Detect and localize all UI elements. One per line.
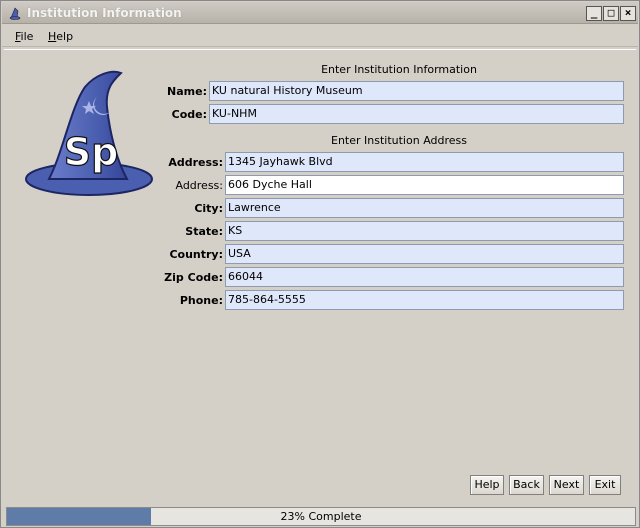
country-field[interactable]: USA <box>225 244 624 264</box>
exit-button[interactable]: Exit <box>589 475 621 495</box>
city-label: City: <box>194 202 223 215</box>
state-label: State: <box>185 225 223 238</box>
name-label: Name: <box>167 85 207 98</box>
address1-label: Address: <box>168 156 223 169</box>
address-header: Enter Institution Address <box>331 134 467 147</box>
minimize-button[interactable]: _ <box>586 6 602 21</box>
institution-header: Enter Institution Information <box>321 63 477 76</box>
specify-logo-icon: Sp <box>25 70 153 196</box>
state-field[interactable]: KS <box>225 221 624 241</box>
window-title: Institution Information <box>27 6 182 20</box>
code-label: Code: <box>171 108 207 121</box>
city-field[interactable]: Lawrence <box>225 198 624 218</box>
code-field[interactable]: KU-NHM <box>209 104 624 124</box>
next-button[interactable]: Next <box>549 475 584 495</box>
title-bar[interactable]: Institution Information _ □ × <box>2 2 638 24</box>
zip-label: Zip Code: <box>164 271 223 284</box>
zip-field[interactable]: 66044 <box>225 267 624 287</box>
menu-file[interactable]: File <box>15 30 33 43</box>
progress-bar: 23% Complete <box>6 507 636 526</box>
phone-field[interactable]: 785-864-5555 <box>225 290 624 310</box>
progress-text: 23% Complete <box>280 510 362 523</box>
logo-text: Sp <box>64 130 119 174</box>
address2-label: Address: <box>175 179 223 192</box>
help-button[interactable]: Help <box>470 475 504 495</box>
name-field[interactable]: KU natural History Museum <box>209 81 624 101</box>
address1-field[interactable]: 1345 Jayhawk Blvd <box>225 152 624 172</box>
menu-help[interactable]: Help <box>48 30 73 43</box>
wizard-hat-icon <box>9 7 21 20</box>
back-button[interactable]: Back <box>509 475 544 495</box>
maximize-button[interactable]: □ <box>603 6 619 21</box>
close-button[interactable]: × <box>620 6 636 21</box>
app-window: Institution Information _ □ × File Help … <box>0 0 640 528</box>
country-label: Country: <box>169 248 223 261</box>
address2-field[interactable]: 606 Dyche Hall <box>225 175 624 195</box>
phone-label: Phone: <box>179 294 223 307</box>
menu-bar: File Help <box>2 25 638 47</box>
